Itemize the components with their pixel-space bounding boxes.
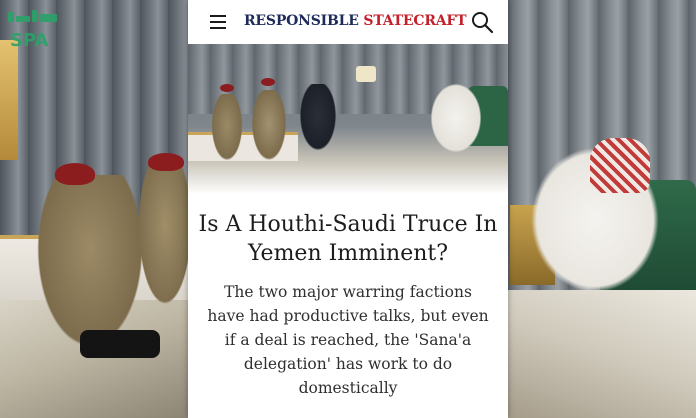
hero-person-1 [210, 94, 244, 164]
site-header: RESPONSIBLE STATECRAFT [188, 0, 508, 44]
site-logo[interactable]: RESPONSIBLE STATECRAFT [244, 13, 467, 29]
red-beret-1 [55, 163, 95, 185]
shoes [80, 330, 160, 358]
spa-watermark-logo: SPA [4, 6, 64, 51]
hamburger-menu-icon[interactable] [210, 15, 226, 29]
hero-beret-2 [261, 78, 275, 86]
lamp-left [0, 40, 18, 160]
brand-statecraft: STATECRAFT [363, 13, 467, 29]
military-officer-2 [135, 165, 195, 315]
hero-person-2 [250, 90, 288, 164]
floor-right [508, 290, 696, 418]
red-beret-2 [148, 153, 184, 171]
hero-lamp [356, 66, 376, 82]
hero-person-4 [428, 80, 484, 156]
article-panel: RESPONSIBLE STATECRAFT Is A Houthi-Saudi… [188, 0, 508, 418]
hero-person-3 [298, 84, 338, 154]
article-hero-image [188, 44, 508, 194]
hero-beret-1 [220, 84, 234, 92]
red-checkered-headdress [590, 138, 650, 193]
svg-text:SPA: SPA [10, 30, 49, 50]
article-title[interactable]: Is A Houthi-Saudi Truce In Yemen Imminen… [188, 210, 508, 268]
brand-responsible: RESPONSIBLE [244, 13, 364, 29]
search-icon[interactable] [470, 10, 494, 34]
article-deck: The two major warring factions have had … [207, 283, 489, 397]
